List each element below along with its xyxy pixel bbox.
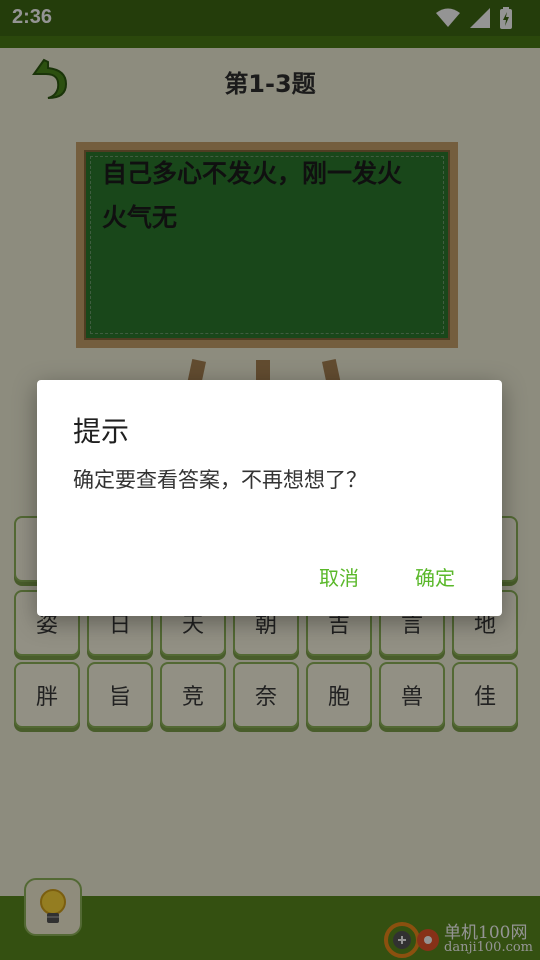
- confirm-dialog: 提示 确定要查看答案，不再想想了？ 取消 确定: [37, 380, 502, 616]
- dialog-message: 确定要查看答案，不再想想了？: [73, 468, 367, 492]
- confirm-button[interactable]: 确定: [415, 562, 455, 591]
- cancel-button[interactable]: 取消: [319, 562, 359, 591]
- dialog-title: 提示: [73, 415, 130, 448]
